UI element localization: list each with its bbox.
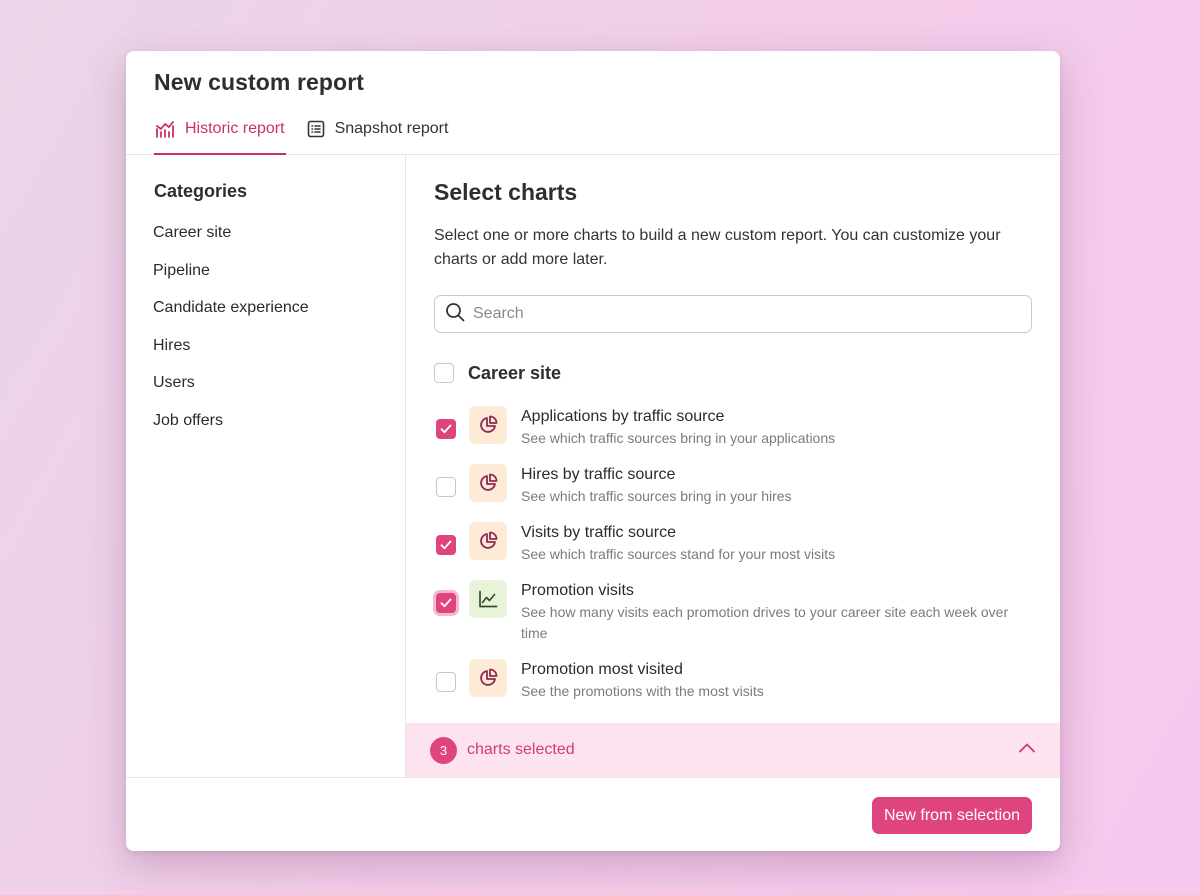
categories-sidebar: Categories Career site Pipeline Candidat… [126,155,406,777]
modal-header: New custom report Historic report Snapsh… [126,51,1060,155]
chart-checkbox[interactable] [436,593,456,613]
chart-description: See how many visits each promotion drive… [521,604,1009,641]
chart-title: Promotion most visited [521,661,683,678]
checkmark-icon [440,424,452,434]
sidebar-item-candidate-experience[interactable]: Candidate experience [153,289,405,327]
chart-option-hires-by-traffic-source: Hires by traffic source See which traffi… [434,464,1032,507]
sidebar-title: Categories [154,181,248,201]
chart-checkbox[interactable] [436,535,456,555]
pie-chart-icon [469,659,507,697]
sidebar-item-job-offers[interactable]: Job offers [153,402,405,440]
tab-label: Historic report [185,120,285,137]
panel-description: Select one or more charts to build a new… [434,227,1001,268]
modal-footer: New from selection [126,777,1060,851]
chart-description: See which traffic sources bring in your … [521,430,836,446]
tab-historic-report[interactable]: Historic report [154,105,286,155]
chart-option-promotion-most-visited: Promotion most visited See the promotion… [434,659,1032,702]
chart-group-career-site: Career site [434,359,1032,387]
chart-description: See which traffic sources stand for your… [521,546,836,562]
table-icon [307,120,325,138]
sidebar-item-pipeline[interactable]: Pipeline [153,252,405,290]
search-box [434,295,1032,333]
tab-snapshot-report[interactable]: Snapshot report [306,105,450,155]
tab-label: Snapshot report [334,120,449,137]
select-charts-panel: Select charts Select one or more charts … [406,155,1060,777]
chart-title: Promotion visits [521,582,634,599]
pie-chart-icon [469,522,507,560]
selected-count-badge: 3 [430,736,457,764]
chart-option-applications-by-traffic-source: Applications by traffic source See which… [434,406,1032,449]
modal-body: Categories Career site Pipeline Candidat… [126,155,1060,777]
panel-title: Select charts [434,179,578,205]
pie-chart-icon [469,464,507,502]
chevron-up-icon[interactable] [1018,741,1036,759]
new-from-selection-button[interactable]: New from selection [871,797,1032,834]
pie-chart-icon [469,406,507,444]
chart-option-promotion-visits: Promotion visits See how many visits eac… [434,580,1032,644]
chart-description: See the promotions with the most visits [521,683,764,699]
chart-checkbox[interactable] [436,477,456,497]
search-input[interactable] [473,305,1021,323]
selection-summary-bar[interactable]: 3 charts selected [406,723,1060,777]
chart-title: Hires by traffic source [521,466,676,483]
chart-description: See which traffic sources bring in your … [521,488,792,504]
sidebar-item-hires[interactable]: Hires [153,327,405,365]
checkmark-icon [440,598,452,608]
modal-title: New custom report [154,69,365,95]
new-custom-report-modal: New custom report Historic report Snapsh… [126,51,1060,851]
selection-label: charts selected [467,741,575,758]
group-checkbox[interactable] [434,363,454,383]
chart-title: Visits by traffic source [521,524,677,541]
chart-title: Applications by traffic source [521,408,725,425]
checkmark-icon [440,540,452,550]
chart-option-visits-by-traffic-source: Visits by traffic source See which traff… [434,522,1032,565]
line-chart-icon [155,120,175,138]
search-icon [445,302,465,327]
report-type-tabs: Historic report Snapshot report [154,105,449,155]
sidebar-item-users[interactable]: Users [153,364,405,402]
chart-checkbox[interactable] [436,672,456,692]
sidebar-item-career-site[interactable]: Career site [153,214,405,252]
group-title: Career site [468,362,562,383]
chart-list: Applications by traffic source See which… [434,406,1032,702]
chart-checkbox[interactable] [436,419,456,439]
line-chart-icon [469,580,507,618]
